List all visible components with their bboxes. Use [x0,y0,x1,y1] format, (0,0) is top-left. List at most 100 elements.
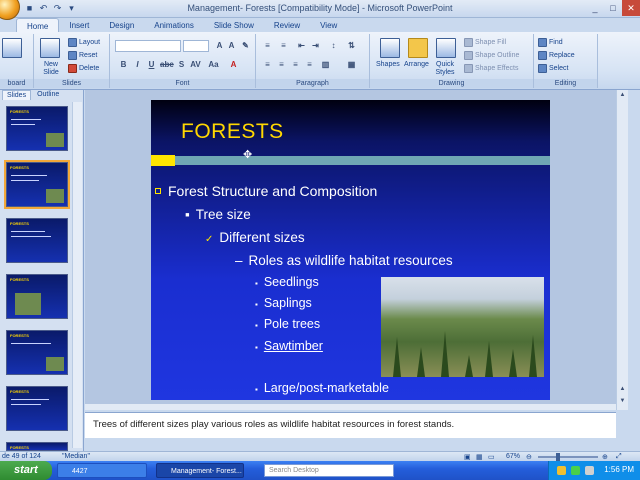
bullet-level-5[interactable]: ▪ Pole trees [255,317,320,331]
slides-panel-scrollbar[interactable] [72,102,82,448]
columns-icon[interactable]: ▥ [320,59,331,70]
shape-effects-button[interactable]: Shape Effects [464,64,518,73]
notes-text[interactable]: Trees of different sizes play various ro… [93,419,454,430]
align-left-icon[interactable]: ≡ [262,59,273,70]
tab-slide-show[interactable]: Slide Show [204,18,264,32]
align-right-icon[interactable]: ≡ [290,59,301,70]
notes-pane[interactable]: Trees of different sizes play various ro… [85,412,616,438]
start-button[interactable]: start [0,461,52,480]
shape-outline-button[interactable]: Shape Outline [464,51,519,60]
align-center-icon[interactable]: ≡ [276,59,287,70]
arrange-button[interactable]: Arrange [404,61,429,68]
increase-indent-icon[interactable]: ⇥ [310,40,321,51]
tray-icon[interactable] [585,466,594,475]
numbering-icon[interactable]: ≡ [278,40,289,51]
line-spacing-icon[interactable]: ↕ [328,40,339,51]
slide-vertical-scrollbar[interactable]: ▲ ▲ ▼ [616,90,628,410]
font-name-combo[interactable] [115,40,181,52]
underline-icon[interactable]: U [146,59,157,70]
tab-slides[interactable]: Slides [2,90,32,100]
shapes-icon[interactable] [380,38,400,58]
slide-thumbnail[interactable]: FORESTS [6,330,68,375]
tray-icon[interactable] [557,466,566,475]
shrink-font-icon[interactable]: A [226,40,237,51]
font-color-icon[interactable]: A [228,59,239,70]
quick-styles-icon[interactable] [436,38,456,58]
replace-button[interactable]: Replace [538,51,575,60]
font-size-combo[interactable] [183,40,209,52]
zoom-slider-track[interactable] [538,456,598,458]
delete-button[interactable]: Delete [68,64,99,73]
bullet-level-1[interactable]: Forest Structure and Composition [155,183,377,199]
slide-show-icon[interactable]: ▭ [488,453,495,461]
tab-insert[interactable]: Insert [59,18,99,32]
zoom-slider-thumb[interactable] [556,453,560,461]
reset-icon [68,51,77,60]
clear-format-icon[interactable]: ✎ [240,40,251,51]
find-button[interactable]: Find [538,38,563,47]
bullet-level-5[interactable]: ▪ Saplings [255,296,312,310]
tab-animations[interactable]: Animations [144,18,204,32]
previous-slide-icon[interactable]: ▲ [618,386,627,395]
slide-thumbnail[interactable]: FORESTS [6,442,68,451]
shadow-icon[interactable]: S [176,59,187,70]
slide-thumbnail[interactable]: FORESTS [6,386,68,431]
bullet-level-4[interactable]: – Roles as wildlife habitat resources [235,253,453,268]
select-button[interactable]: Select [538,64,568,73]
grow-font-icon[interactable]: A [214,40,225,51]
tab-view[interactable]: View [310,18,347,32]
slide-thumbnail[interactable]: FORESTS [6,106,68,151]
bullets-icon[interactable]: ≡ [262,40,273,51]
slide-sorter-icon[interactable]: ▦ [476,453,483,461]
bullet-level-5[interactable]: ▪ Sawtimber [255,339,323,353]
text-direction-icon[interactable]: ⇅ [346,40,357,51]
zoom-out-icon[interactable]: ⊖ [526,453,532,461]
italic-icon[interactable]: I [132,59,143,70]
bold-icon[interactable]: B [118,59,129,70]
slide-canvas[interactable]: FORESTS Forest Structure and Composition… [151,100,550,400]
fit-to-window-icon[interactable]: ⤢ [616,453,622,461]
bullet-level-5[interactable]: ▪ Seedlings [255,275,319,289]
slide-horizontal-scrollbar[interactable] [85,404,616,410]
zoom-level[interactable]: 67% [506,453,520,460]
decrease-indent-icon[interactable]: ⇤ [296,40,307,51]
shapes-button[interactable]: Shapes [376,61,400,68]
scroll-up-icon[interactable]: ▲ [618,92,627,101]
shape-fill-button[interactable]: Shape Fill [464,38,506,47]
slide-thumbnail[interactable]: FORESTS [6,274,68,319]
tab-outline[interactable]: Outline [33,90,63,100]
next-slide-icon[interactable]: ▼ [618,398,627,407]
tab-review[interactable]: Review [264,18,310,32]
justify-icon[interactable]: ≡ [304,59,315,70]
strikethrough-icon[interactable]: abe [160,59,174,70]
char-spacing-icon[interactable]: AV [190,59,201,70]
bullet-level-5[interactable]: ▪ Large/post-marketable [255,381,389,395]
normal-view-icon[interactable]: ▣ [464,453,471,461]
smartart-icon[interactable]: ▦ [346,59,357,70]
slide-thumbnail[interactable]: FORESTS [6,218,68,263]
new-slide-icon[interactable] [40,38,60,58]
maximize-icon[interactable]: □ [604,0,622,16]
thumbnail-title: FORESTS [10,445,29,450]
slide-thumbnail-selected[interactable]: FORESTS [4,160,70,209]
forest-photo[interactable] [381,277,544,377]
taskbar-item-powerpoint[interactable]: Management- Forest... [156,463,244,478]
zoom-in-icon[interactable]: ⊕ [602,453,608,461]
change-case-icon[interactable]: Aa [208,59,219,70]
tab-home[interactable]: Home [16,18,60,32]
taskbar-item-folder[interactable]: 4427 [57,463,147,478]
minimize-icon[interactable]: _ [586,0,604,16]
paste-icon[interactable] [2,38,22,58]
bullet-level-3[interactable]: ✓ Different sizes [205,230,305,245]
search-desktop-input[interactable]: Search Desktop [264,464,394,477]
tray-icon[interactable] [571,466,580,475]
reset-button[interactable]: Reset [68,51,97,60]
new-slide-button[interactable]: New Slide [36,61,66,77]
arrange-icon[interactable] [408,38,428,58]
layout-button[interactable]: Layout [68,38,100,47]
quick-styles-button[interactable]: Quick Styles [432,61,458,77]
close-icon[interactable]: ✕ [622,0,640,16]
slide-title[interactable]: FORESTS [181,120,284,144]
tab-design[interactable]: Design [99,18,144,32]
bullet-level-2[interactable]: ▪ Tree size [185,207,251,222]
